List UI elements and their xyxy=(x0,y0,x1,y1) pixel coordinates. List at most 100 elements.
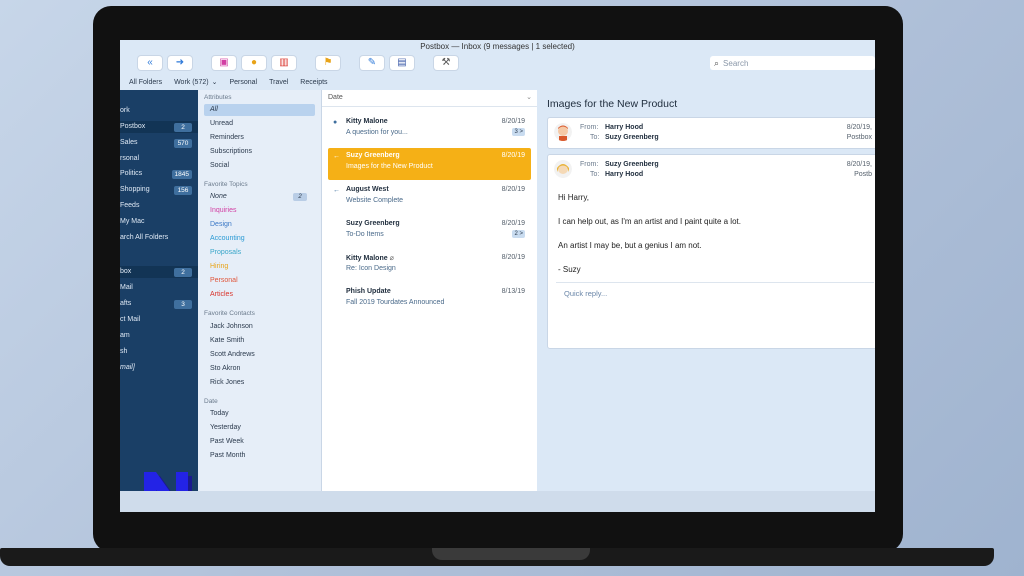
favbar-all-folders[interactable]: All Folders xyxy=(129,76,162,90)
filter-panel: Attributes All Unread Reminders Subscrip… xyxy=(198,90,321,491)
body-line: - Suzy xyxy=(558,265,581,274)
junk-icon[interactable]: ● xyxy=(242,56,266,70)
sidebar-item-sales[interactable]: Sales 570 xyxy=(120,137,198,149)
topic-none[interactable]: None 2 xyxy=(210,191,315,203)
unread-dot-icon: ● xyxy=(333,119,338,126)
attributes-heading: Attributes xyxy=(204,94,232,101)
filter-unread[interactable]: Unread xyxy=(210,118,315,130)
message-row[interactable]: Kitty Malone ⌀ Re: Icon Design 8/20/19 xyxy=(328,250,531,282)
contact-item[interactable]: Scott Andrews xyxy=(210,349,315,361)
filter-all[interactable]: All xyxy=(204,104,315,116)
sidebar-item-mail[interactable]: Mail xyxy=(120,282,198,294)
search-icon: ⌕ xyxy=(714,57,720,68)
topic-design[interactable]: Design xyxy=(210,219,315,231)
compose-icon[interactable]: ✎ xyxy=(360,56,384,70)
message-date: 8/20/19 xyxy=(501,152,525,159)
sort-label: Date xyxy=(328,94,343,101)
sidebar-item-personal[interactable]: rsonal xyxy=(120,153,198,165)
header-date: 8/20/19, xyxy=(846,161,872,168)
message-body-card: From: Suzy Greenberg To: Harry Hood 8/20… xyxy=(547,154,875,349)
topic-inquiries[interactable]: Inquiries xyxy=(210,205,315,217)
replied-icon: ← xyxy=(333,153,340,160)
thread-count-badge[interactable]: 3 > xyxy=(512,128,525,136)
topic-personal[interactable]: Personal xyxy=(210,275,315,287)
app-window: Postbox — Inbox (9 messages | 1 selected… xyxy=(120,40,875,512)
filter-subscriptions[interactable]: Subscriptions xyxy=(210,146,315,158)
message-header-card[interactable]: From: Harry Hood To: Suzy Greenberg 8/20… xyxy=(547,117,875,149)
sidebar-item-gmail[interactable]: mail] xyxy=(120,362,198,374)
favbar-receipts[interactable]: Receipts xyxy=(300,76,327,90)
message-row[interactable]: Phish Update Fall 2019 Tourdates Announc… xyxy=(328,284,531,316)
chevron-down-icon[interactable]: ⌄ xyxy=(212,76,218,90)
sidebar-item-drafts[interactable]: afts 3 xyxy=(120,298,198,310)
flag-icon[interactable]: ⚑ xyxy=(316,56,340,70)
favbar-travel[interactable]: Travel xyxy=(269,76,288,90)
divider xyxy=(556,282,874,283)
sidebar-item-postbox[interactable]: Postbox 2 xyxy=(120,121,198,133)
message-list: Date ⌄ ● Kitty Malone A question for you… xyxy=(321,90,539,491)
quick-reply-input[interactable]: Quick reply... xyxy=(564,289,607,298)
to-value[interactable]: Suzy Greenberg xyxy=(605,134,659,141)
contact-item[interactable]: Kate Smith xyxy=(210,335,315,347)
sidebar-item-trash[interactable]: sh xyxy=(120,346,198,358)
search-placeholder: Search xyxy=(723,58,749,68)
message-from: Suzy Greenberg xyxy=(346,152,400,159)
date-today[interactable]: Today xyxy=(210,408,315,420)
thread-count-badge[interactable]: 2 > xyxy=(512,230,525,238)
from-value[interactable]: Suzy Greenberg xyxy=(605,161,659,168)
message-from: Kitty Malone ⌀ xyxy=(346,255,394,262)
to-value[interactable]: Harry Hood xyxy=(605,171,643,178)
reading-pane: Images for the New Product From: Harry H… xyxy=(537,90,875,491)
header-account: Postbox xyxy=(846,134,872,141)
laptop-notch xyxy=(432,548,590,560)
contact-item[interactable]: Jack Johnson xyxy=(210,321,315,333)
message-row[interactable]: ← August West Website Complete 8/20/19 xyxy=(328,182,531,214)
sidebar-item-shopping[interactable]: Shopping 156 xyxy=(120,184,198,196)
topic-accounting[interactable]: Accounting xyxy=(210,233,315,245)
customize-icon[interactable]: ⚒ xyxy=(434,56,458,70)
chevron-down-icon: ⌄ xyxy=(526,94,532,101)
count-badge: 2 xyxy=(174,268,192,277)
favbar-personal[interactable]: Personal xyxy=(229,76,257,90)
date-past-month[interactable]: Past Month xyxy=(210,450,315,462)
sidebar-item-sent-mail[interactable]: ct Mail xyxy=(120,314,198,326)
message-row[interactable]: Suzy Greenberg To-Do Items 8/20/19 2 > xyxy=(328,216,531,248)
sidebar-item[interactable]: ork xyxy=(120,105,198,117)
topic-articles[interactable]: Articles xyxy=(210,289,315,301)
body-line: An artist I may be, but a genius I am no… xyxy=(558,241,702,250)
sidebar-item-feeds[interactable]: Feeds xyxy=(120,200,198,212)
address-book-icon[interactable]: ▤ xyxy=(390,56,414,70)
contacts-heading: Favorite Contacts xyxy=(204,310,255,317)
sort-header[interactable]: Date ⌄ xyxy=(322,90,538,107)
sidebar-item-spam[interactable]: am xyxy=(120,330,198,342)
message-subject: Website Complete xyxy=(346,197,404,204)
count-badge: 570 xyxy=(174,139,192,148)
message-from: Suzy Greenberg xyxy=(346,220,400,227)
topic-proposals[interactable]: Proposals xyxy=(210,247,315,259)
reply-all-icon[interactable]: « xyxy=(138,56,162,70)
count-badge: 156 xyxy=(174,186,192,195)
favbar-work[interactable]: Work (572) xyxy=(174,76,209,90)
date-yesterday[interactable]: Yesterday xyxy=(210,422,315,434)
sidebar-item-my-mac[interactable]: My Mac xyxy=(120,216,198,228)
trash-icon[interactable]: ▥ xyxy=(272,56,296,70)
topic-hiring[interactable]: Hiring xyxy=(210,261,315,273)
contact-item[interactable]: Sto Akron xyxy=(210,363,315,375)
message-row-selected[interactable]: ← Suzy Greenberg Images for the New Prod… xyxy=(328,148,531,180)
contact-item[interactable]: Rick Jones xyxy=(210,377,315,389)
from-label: From: xyxy=(580,161,599,168)
search-input[interactable]: ⌕ Search xyxy=(710,56,875,70)
sidebar-item-politics[interactable]: Politics 1845 xyxy=(120,168,198,180)
filter-reminders[interactable]: Reminders xyxy=(210,132,315,144)
sidebar-item-search-all[interactable]: arch All Folders xyxy=(120,232,198,244)
message-row[interactable]: ● Kitty Malone A question for you... 8/2… xyxy=(328,114,531,146)
replied-icon: ← xyxy=(333,187,340,194)
archive-icon[interactable]: ▣ xyxy=(212,56,236,70)
header-account: Postb xyxy=(854,171,872,178)
attachment-icon: ⌀ xyxy=(389,255,394,262)
date-past-week[interactable]: Past Week xyxy=(210,436,315,448)
sidebar-item-inbox[interactable]: box 2 xyxy=(120,266,198,278)
forward-icon[interactable]: ➜ xyxy=(168,56,192,70)
from-value[interactable]: Harry Hood xyxy=(605,124,643,131)
filter-social[interactable]: Social xyxy=(210,160,315,172)
